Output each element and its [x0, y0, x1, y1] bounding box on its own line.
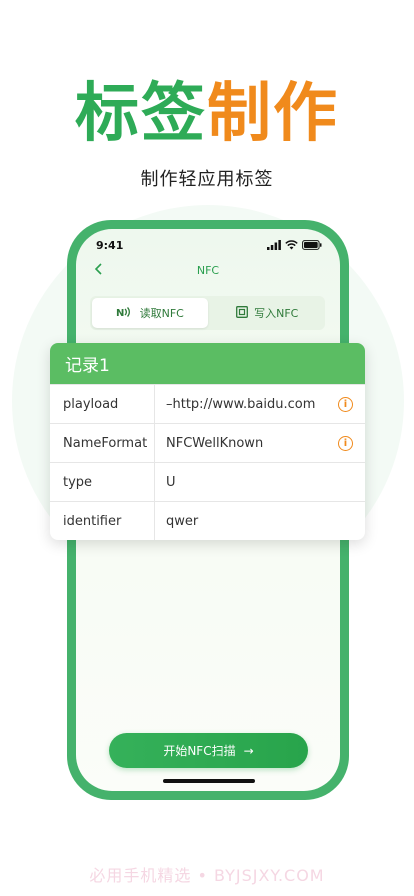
svg-text:N: N	[116, 308, 124, 318]
hero-title-orange: 制作	[207, 77, 339, 151]
arrow-right-icon: →	[243, 743, 254, 758]
row-key: playload	[50, 385, 155, 423]
tab-read-label: 读取NFC	[139, 307, 184, 320]
nav-bar: NFC	[76, 263, 340, 283]
row-value-cell: U	[155, 463, 365, 501]
nfc-icon: N	[116, 306, 134, 321]
start-nfc-scan-button[interactable]: 开始NFC扫描 →	[109, 733, 308, 768]
row-value-cell: NFCWellKnown i	[155, 424, 365, 462]
status-bar: 9:41	[96, 238, 322, 254]
battery-icon	[302, 240, 322, 250]
tab-write-label: 写入NFC	[254, 307, 299, 320]
row-value: –http://www.baidu.com	[166, 396, 316, 412]
hero-title: 标签制作	[0, 82, 414, 146]
record-title: 记录1	[50, 343, 365, 384]
table-row: NameFormat NFCWellKnown i	[50, 423, 365, 462]
status-icons	[267, 240, 322, 250]
wifi-icon	[285, 240, 298, 250]
scan-button-label: 开始NFC扫描	[163, 744, 236, 758]
row-value: qwer	[166, 513, 199, 529]
nav-title: NFC	[196, 264, 220, 277]
row-value: U	[166, 474, 176, 490]
table-row: type U	[50, 462, 365, 501]
table-row: playload –http://www.baidu.com i	[50, 384, 365, 423]
signal-icon	[267, 240, 281, 250]
home-indicator	[163, 779, 255, 783]
watermark: 必用手机精选 • BYJSJXY.COM	[89, 866, 325, 885]
tab-write-nfc[interactable]: 写入NFC	[210, 296, 326, 330]
status-time: 9:41	[96, 239, 124, 252]
chevron-left-icon[interactable]	[94, 263, 103, 279]
row-key: type	[50, 463, 155, 501]
tab-bar: N 读取NFC 写入NFC	[90, 296, 325, 330]
row-key: NameFormat	[50, 424, 155, 462]
row-key: identifier	[50, 502, 155, 540]
info-icon[interactable]: i	[338, 435, 353, 451]
row-value-cell: qwer	[155, 502, 365, 540]
hero-title-green: 标签	[75, 77, 207, 151]
hero-subtitle: 制作轻应用标签	[140, 169, 274, 190]
tab-read-nfc[interactable]: N 读取NFC	[92, 298, 208, 328]
info-icon[interactable]: i	[338, 396, 353, 412]
row-value-cell: –http://www.baidu.com i	[155, 385, 365, 423]
row-value: NFCWellKnown	[166, 435, 264, 451]
table-row: identifier qwer	[50, 501, 365, 540]
record-card: 记录1 playload –http://www.baidu.com i Nam…	[50, 343, 365, 540]
tag-write-icon	[236, 305, 249, 321]
